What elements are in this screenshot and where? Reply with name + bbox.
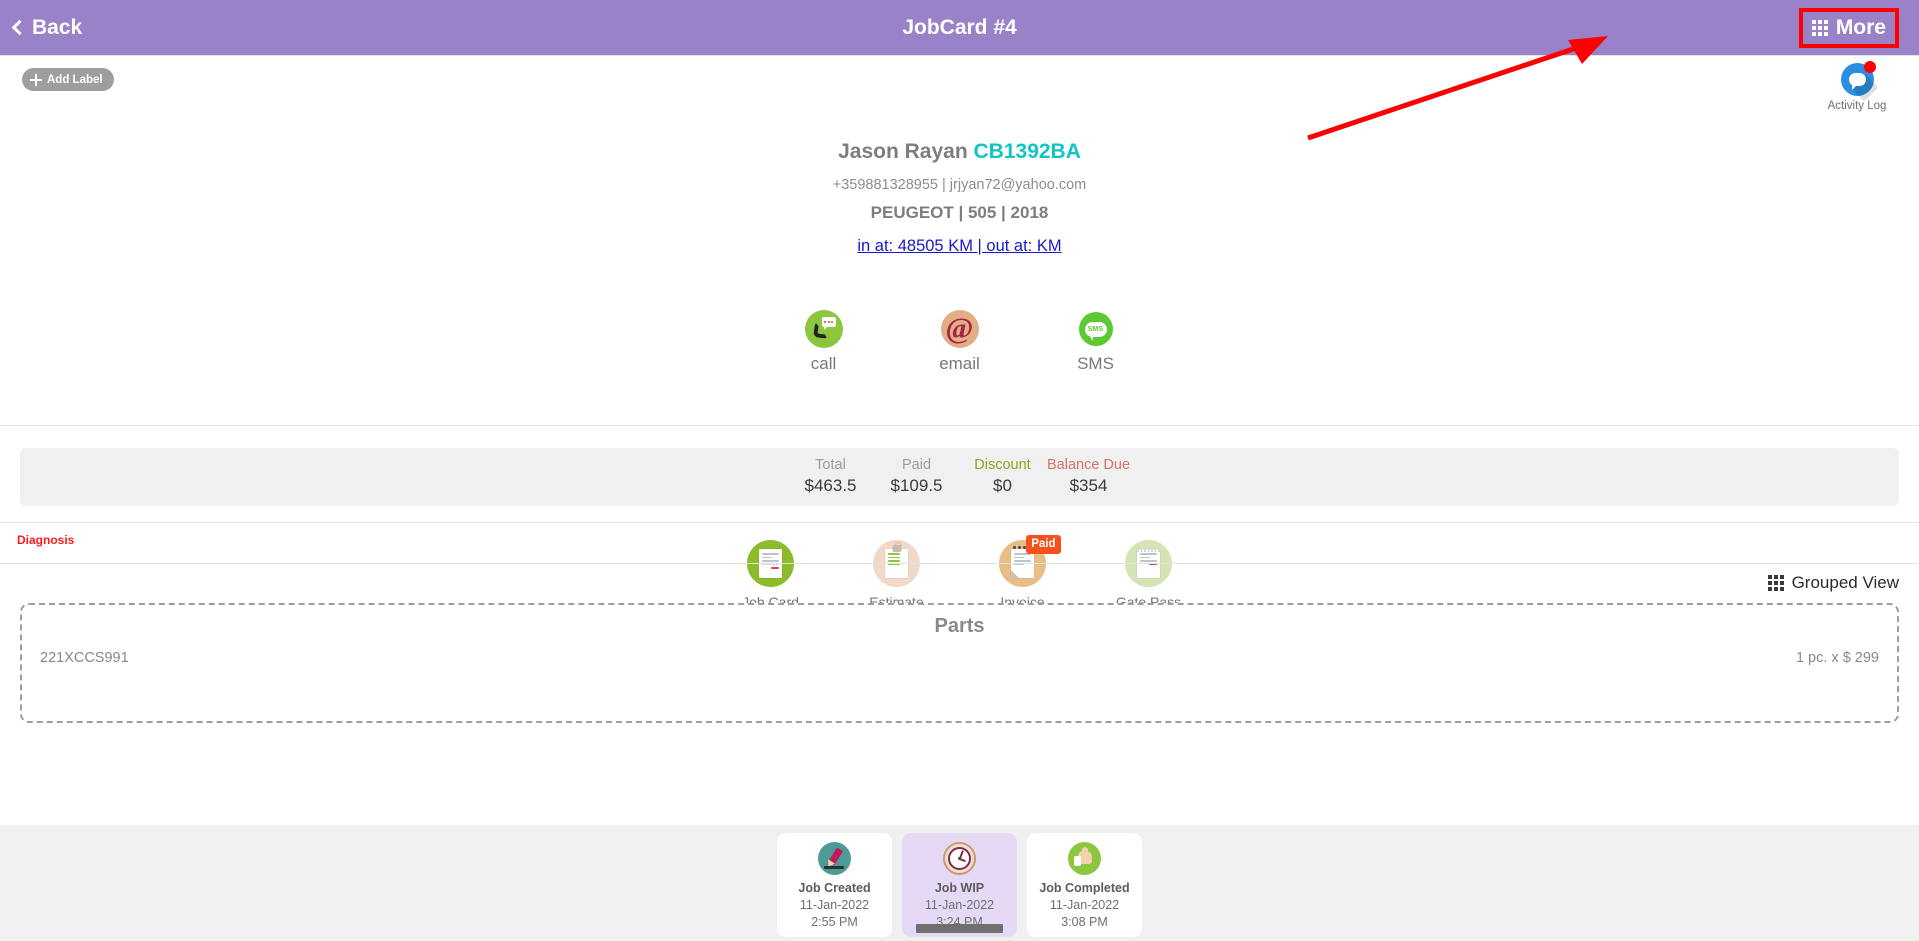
at-sign-icon: @ xyxy=(940,310,979,348)
header-divider xyxy=(0,55,1919,56)
invoice-paid-badge: Paid xyxy=(1026,535,1061,554)
status-date: 11-Jan-2022 xyxy=(799,897,870,912)
chat-bubble-icon xyxy=(1840,61,1878,102)
paid-value: $109.5 xyxy=(890,476,943,496)
grouped-view-toggle[interactable]: Grouped View xyxy=(1767,573,1899,593)
balance-due-value: $354 xyxy=(1069,476,1108,496)
add-label-button[interactable]: Add Label xyxy=(22,68,114,91)
more-button-label: More xyxy=(1835,15,1886,39)
email-action-label: email xyxy=(939,354,980,373)
totals-summary-bar: Total $463.5 Paid $109.5 Discount $0 Bal… xyxy=(20,448,1899,506)
back-button[interactable]: Back xyxy=(11,15,83,40)
status-date: 11-Jan-2022 xyxy=(924,897,995,912)
horizontal-scrollbar[interactable] xyxy=(916,923,1003,933)
invoice-document[interactable]: Paid Invoice xyxy=(971,535,1075,610)
call-action-label: call xyxy=(810,354,837,373)
estimate-document[interactable]: Estimate xyxy=(845,540,949,610)
jobcard-screen: Back JobCard #4 More Add Label Activity … xyxy=(0,0,1919,941)
status-card-job-wip[interactable]: Job WIP 11-Jan-2022 3:24 PM xyxy=(902,833,1017,937)
diagnosis-section-label[interactable]: Diagnosis xyxy=(17,533,74,547)
status-card-job-created[interactable]: Job Created 11-Jan-2022 2:55 PM xyxy=(777,833,892,937)
grid-icon xyxy=(1811,19,1828,36)
activity-log-button[interactable]: Activity Log xyxy=(1817,61,1897,112)
clock-icon xyxy=(943,842,976,875)
app-header: Back JobCard #4 More xyxy=(0,0,1919,55)
status-time: 3:08 PM xyxy=(1061,914,1108,929)
sms-action-label: SMS xyxy=(1077,354,1114,373)
plus-icon xyxy=(30,73,42,86)
part-quantity-price: 1 pc. x $ 299 xyxy=(1795,650,1879,666)
job-card-document[interactable]: Job Card xyxy=(719,540,823,610)
phone-icon xyxy=(804,310,843,348)
status-title: Job Created xyxy=(798,881,871,895)
total-value: $463.5 xyxy=(804,476,857,496)
chevron-left-icon xyxy=(11,19,28,35)
grouped-view-label: Grouped View xyxy=(1791,573,1899,592)
status-title: Job WIP xyxy=(934,881,985,895)
notification-badge-dot xyxy=(1863,61,1876,73)
table-row[interactable]: 221XCCS991 1 pc. x $ 299 xyxy=(22,650,1897,666)
odometer-link[interactable]: in at: 48505 KM | out at: KM xyxy=(857,237,1061,256)
customer-name: Jason Rayan xyxy=(838,140,968,163)
grid-icon xyxy=(1767,575,1784,591)
total-label: Total xyxy=(815,456,846,473)
total-cell-discount: Discount $0 xyxy=(960,456,1046,499)
page-title: JobCard #4 xyxy=(902,15,1017,39)
add-label-text: Add Label xyxy=(47,73,103,86)
status-time: 2:55 PM xyxy=(811,914,858,929)
customer-info-block: Jason Rayan CB1392BA +359881328955 | jrj… xyxy=(0,140,1919,256)
vehicle-plate: CB1392BA xyxy=(973,140,1081,163)
discount-label: Discount xyxy=(974,456,1031,473)
part-code: 221XCCS991 xyxy=(40,650,129,666)
more-button[interactable]: More xyxy=(1798,7,1899,48)
sms-bubble-icon: SMS xyxy=(1076,310,1115,348)
pencil-icon xyxy=(818,842,851,875)
activity-log-label: Activity Log xyxy=(1827,100,1887,112)
status-title: Job Completed xyxy=(1039,881,1130,895)
status-card-job-completed[interactable]: Job Completed 11-Jan-2022 3:08 PM xyxy=(1027,833,1142,937)
paid-label: Paid xyxy=(901,456,932,473)
balance-due-label: Balance Due xyxy=(1046,456,1131,473)
vehicle-details: PEUGEOT | 505 | 2018 xyxy=(870,203,1049,223)
total-cell-balance-due: Balance Due $354 xyxy=(1046,456,1132,499)
job-status-bar: Job Created 11-Jan-2022 2:55 PM Job WIP … xyxy=(0,825,1919,941)
customer-contact-line: +359881328955 | jrjyan72@yahoo.com xyxy=(832,177,1087,194)
gate-pass-document[interactable]: Gate Pass xyxy=(1097,540,1201,610)
sms-action[interactable]: SMS SMS xyxy=(1041,310,1151,374)
diagnosis-divider xyxy=(0,563,1919,564)
email-action[interactable]: @ email xyxy=(905,310,1015,374)
total-cell-total: Total $463.5 xyxy=(788,456,874,499)
documents-row: Job Card Estimate Paid Invoice Gate Pass xyxy=(0,535,1919,610)
customer-name-line: Jason Rayan CB1392BA xyxy=(0,140,1919,163)
total-cell-paid: Paid $109.5 xyxy=(874,456,960,499)
contact-actions-row: call @ email SMS SMS xyxy=(0,310,1919,374)
totals-divider xyxy=(0,522,1919,523)
parts-title: Parts xyxy=(934,615,985,637)
call-action[interactable]: call xyxy=(769,310,879,374)
contact-divider xyxy=(0,425,1919,426)
thumbs-up-icon xyxy=(1068,842,1101,875)
parts-panel: Parts 221XCCS991 1 pc. x $ 299 xyxy=(20,603,1899,723)
back-button-label: Back xyxy=(32,15,83,39)
discount-value: $0 xyxy=(993,476,1012,496)
sms-glyph-text: SMS xyxy=(1084,321,1107,337)
status-date: 11-Jan-2022 xyxy=(1049,897,1120,912)
